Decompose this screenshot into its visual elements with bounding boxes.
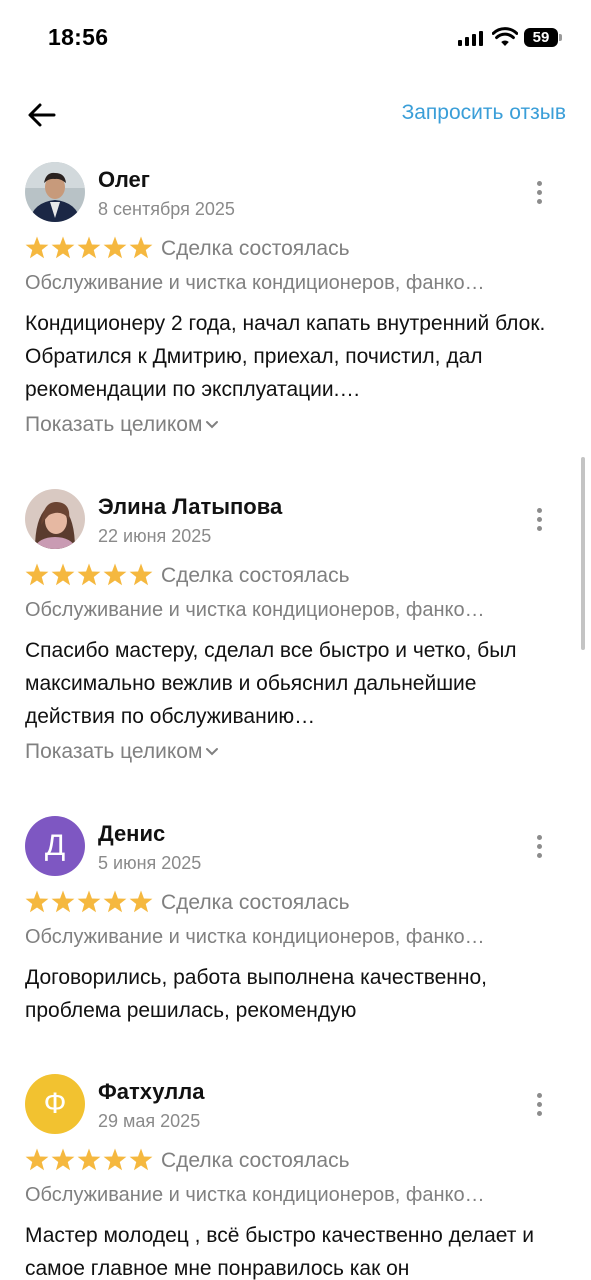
author-name[interactable]: Олег — [98, 167, 150, 193]
review-text: Кондиционеру 2 года, начал капать внутре… — [25, 312, 546, 401]
deal-status: Сделка состоялась — [161, 1149, 350, 1172]
rating-stars — [25, 563, 153, 586]
star-icon — [103, 1148, 127, 1171]
review-card: Олег 8 сентября 2025 Сделка состоялась О… — [0, 162, 591, 452]
star-icon — [129, 1148, 153, 1171]
more-options-icon[interactable] — [526, 507, 552, 533]
review-text: Договорились, работа выполнена качествен… — [25, 966, 488, 1022]
author-name[interactable]: Фатхулла — [98, 1079, 204, 1105]
avatar — [25, 162, 85, 222]
more-options-icon[interactable] — [526, 180, 552, 206]
status-time: 18:56 — [48, 24, 109, 50]
service-name: Обслуживание и чистка кондиционеров, фан… — [25, 1184, 485, 1206]
star-icon — [25, 563, 49, 586]
arrow-left-icon[interactable] — [24, 96, 62, 134]
avatar-letter: Д — [25, 816, 85, 876]
review-text: Спасибо мастеру, сделал все быстро и чет… — [25, 639, 517, 728]
battery-level: 59 — [532, 29, 550, 46]
review-date: 5 июня 2025 — [98, 853, 202, 873]
service-name: Обслуживание и чистка кондиционеров, фан… — [25, 926, 485, 948]
star-icon — [129, 890, 153, 913]
star-icon — [51, 236, 75, 259]
star-icon — [25, 1148, 49, 1171]
reviews-screen: 18:56 59 Запросить отзыв Олег 8 сентября… — [0, 0, 591, 1280]
review-date: 8 сентября 2025 — [98, 199, 235, 219]
rating-stars — [25, 236, 153, 259]
avatar: Д — [25, 816, 85, 876]
author-name[interactable]: Денис — [98, 821, 165, 847]
status-bar: 18:56 59 — [0, 0, 591, 78]
star-icon — [77, 890, 101, 913]
cellular-signal-icon — [458, 31, 484, 46]
more-options-icon[interactable] — [526, 1092, 552, 1118]
star-icon — [103, 236, 127, 259]
star-icon — [77, 236, 101, 259]
star-icon — [77, 563, 101, 586]
review-card: Элина Латыпова 22 июня 2025 Сделка состо… — [0, 489, 591, 779]
rating-stars — [25, 1148, 153, 1171]
review-card: Ф Фатхулла 29 мая 2025 Сделка состоялась… — [0, 1074, 591, 1280]
chevron-down-icon — [206, 421, 219, 429]
deal-status: Сделка состоялась — [161, 891, 350, 914]
star-icon — [77, 1148, 101, 1171]
star-icon — [25, 890, 49, 913]
avatar-letter: Ф — [25, 1074, 85, 1134]
star-icon — [129, 236, 153, 259]
avatar — [25, 489, 85, 549]
review-date: 29 мая 2025 — [98, 1111, 201, 1131]
service-name: Обслуживание и чистка кондиционеров, фан… — [25, 272, 485, 294]
chevron-down-icon — [206, 748, 219, 756]
request-review-button[interactable]: Запросить отзыв — [402, 101, 566, 125]
scrollbar[interactable] — [581, 457, 585, 650]
star-icon — [51, 1148, 75, 1171]
star-icon — [129, 563, 153, 586]
star-icon — [51, 563, 75, 586]
show-full-button[interactable]: Показать целиком — [25, 413, 219, 437]
more-options-icon[interactable] — [526, 834, 552, 860]
rating-stars — [25, 890, 153, 913]
show-full-label: Показать целиком — [25, 413, 203, 436]
review-text: Мастер молодец , всё быстро качественно … — [25, 1224, 534, 1280]
star-icon — [103, 563, 127, 586]
deal-status: Сделка состоялась — [161, 237, 350, 260]
show-full-label: Показать целиком — [25, 740, 203, 763]
review-card: Д Денис 5 июня 2025 Сделка состоялась Об… — [0, 816, 591, 1036]
battery-icon: 59 — [524, 28, 562, 47]
star-icon — [51, 890, 75, 913]
author-name[interactable]: Элина Латыпова — [98, 494, 282, 520]
wifi-icon — [492, 27, 518, 46]
star-icon — [25, 236, 49, 259]
review-date: 22 июня 2025 — [98, 526, 212, 546]
show-full-button[interactable]: Показать целиком — [25, 740, 219, 764]
avatar: Ф — [25, 1074, 85, 1134]
star-icon — [103, 890, 127, 913]
deal-status: Сделка состоялась — [161, 564, 350, 587]
service-name: Обслуживание и чистка кондиционеров, фан… — [25, 599, 485, 621]
